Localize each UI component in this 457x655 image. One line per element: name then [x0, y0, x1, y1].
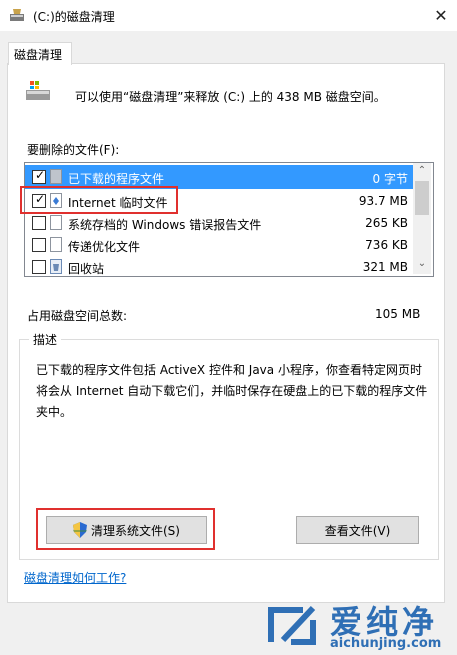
file-icon — [50, 169, 62, 184]
description-text: 已下载的程序文件包括 ActiveX 控件和 Java 小程序，你查看特定网页时… — [36, 363, 428, 419]
file-name: 已下载的程序文件 — [68, 172, 165, 186]
file-name: 系统存档的 Windows 错误报告文件 — [68, 218, 262, 232]
help-link[interactable]: 磁盘清理如何工作? — [24, 569, 126, 586]
scroll-down-icon[interactable]: ⌄ — [413, 258, 431, 272]
drive-icon — [26, 81, 50, 100]
checkbox[interactable] — [32, 216, 46, 230]
file-name: 传递优化文件 — [68, 240, 141, 254]
description-title: 描述 — [29, 331, 62, 348]
header-text: 可以使用“磁盘清理”来释放 (C:) 上的 438 MB 磁盘空间。 — [75, 90, 386, 104]
total-value: 105 MB — [375, 307, 421, 321]
file-icon — [50, 215, 62, 230]
scroll-thumb[interactable] — [415, 181, 429, 215]
checkbox[interactable] — [32, 238, 46, 252]
watermark-url: aichunjing.com — [330, 636, 442, 651]
watermark-logo-icon — [268, 605, 316, 645]
close-button[interactable]: ✕ — [425, 0, 457, 31]
files-label: 要删除的文件(F): — [27, 143, 120, 157]
highlight-box — [36, 508, 215, 550]
checkbox[interactable]: ✓ — [32, 168, 46, 184]
window-title: (C:)的磁盘清理 — [33, 10, 115, 24]
file-name: 回收站 — [68, 262, 105, 276]
check-icon: ✓ — [35, 168, 46, 182]
file-list[interactable]: ✓ 已下载的程序文件 0 字节 ✓ Internet 临时文件 93.7 MB … — [24, 162, 434, 277]
file-icon — [50, 237, 62, 252]
tab-label: 磁盘清理 — [14, 48, 63, 62]
file-size: 265 KB — [365, 216, 408, 230]
list-item[interactable]: 回收站 321 MB — [25, 255, 416, 276]
checkbox[interactable] — [32, 260, 46, 274]
view-files-button[interactable]: 查看文件(V) — [296, 516, 419, 544]
scroll-up-icon[interactable]: ⌃ — [413, 165, 431, 179]
highlight-box — [20, 186, 178, 214]
total-label: 占用磁盘空间总数: — [27, 309, 128, 323]
list-item[interactable]: 系统存档的 Windows 错误报告文件 265 KB — [25, 211, 416, 235]
disk-cleanup-icon — [10, 9, 24, 21]
recycle-bin-icon — [50, 259, 62, 274]
file-size: 321 MB — [362, 260, 408, 274]
file-size: 93.7 MB — [358, 194, 408, 208]
file-size: 736 KB — [365, 238, 408, 252]
list-item[interactable]: 传递优化文件 736 KB — [25, 233, 416, 257]
file-size: 0 字节 — [372, 172, 408, 186]
view-files-label: 查看文件(V) — [324, 523, 391, 538]
